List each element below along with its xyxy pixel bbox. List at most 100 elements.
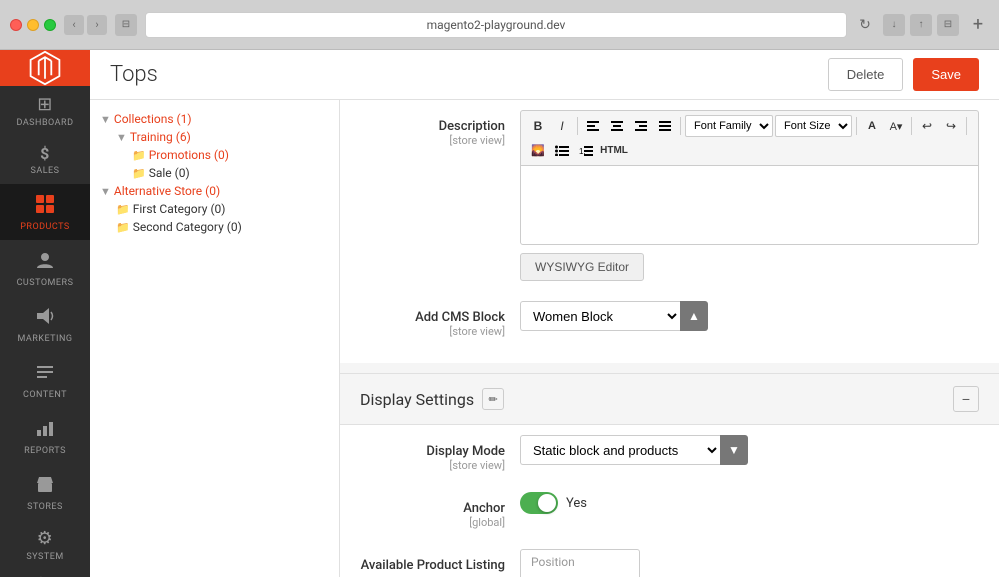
tree-children: ▼ Training (6) 📁 Promotions (0) 📁 Sale (… [100,128,329,182]
delete-button[interactable]: Delete [828,58,904,91]
display-mode-control: Static block and products ▼ [520,435,979,465]
italic-button[interactable]: I [551,115,573,137]
tree-item-collections[interactable]: ▼ Collections (1) [100,110,329,128]
toolbar-separator [577,117,578,135]
close-button[interactable] [10,19,22,31]
share-icon[interactable]: ↑ [910,14,932,36]
back-button[interactable]: ‹ [64,15,84,35]
stores-icon [35,474,55,498]
display-mode-select-wrap: Static block and products ▼ [520,435,979,465]
product-listing-dropdown: Position Product Name Price Sleeve Lengt… [520,549,640,577]
sales-icon: $ [40,146,50,162]
dashboard-icon: ⊞ [37,96,53,114]
align-left-button[interactable] [582,115,604,137]
reload-button[interactable]: ↻ [855,15,875,35]
sidebar-item-marketing[interactable]: Marketing [0,296,90,352]
content-area: Tops Delete Save ▼ Collections (1) ▼ Tra… [90,50,999,577]
tree-item-training[interactable]: ▼ Training (6) [116,128,329,146]
sidebar-item-dashboard[interactable]: ⊞ Dashboard [0,86,90,136]
marketing-icon [35,306,55,330]
html-button[interactable]: HTML [599,139,629,161]
tree-item-promotions[interactable]: 📁 Promotions (0) [132,146,329,164]
browser-chrome: ‹ › ⊟ magento2-playground.dev ↻ ↓ ↑ ⊟ + [0,0,999,50]
edit-section-button[interactable]: ✏ [482,388,504,410]
display-mode-dropdown-button[interactable]: ▼ [720,435,748,465]
font-family-select[interactable]: Font Family [685,115,773,137]
sidebar-item-stores[interactable]: Stores [0,464,90,520]
display-mode-select[interactable]: Static block and products [520,435,720,465]
product-listing-row: Available Product Listing Sort By * [sto… [360,539,979,577]
tree-item-sale[interactable]: 📁 Sale (0) [132,164,329,182]
option-position[interactable]: Position [521,550,639,574]
download-icon[interactable]: ↓ [883,14,905,36]
display-settings-header: Display Settings ✏ − [340,373,999,425]
tree-item-alternative[interactable]: ▼ Alternative Store (0) [100,182,329,200]
toolbar-separator-3 [856,117,857,135]
anchor-toggle-wrap: Yes [520,492,979,514]
fullscreen-button[interactable] [44,19,56,31]
page-title: Tops [110,62,158,87]
product-listing-label: Available Product Listing Sort By * [sto… [360,549,520,577]
redo-button[interactable]: ↪ [940,115,962,137]
address-bar[interactable]: magento2-playground.dev [145,12,847,38]
sidebar-item-customers[interactable]: Customers [0,240,90,296]
system-icon: ⚙ [37,530,54,548]
display-settings-content: Display Mode [store view] Static block a… [340,425,999,577]
cms-block-label: Add CMS Block [store view] [360,301,520,338]
collapse-section-button[interactable]: − [953,386,979,412]
description-editor-area[interactable] [520,165,979,245]
tab-icon: ⊟ [115,14,137,36]
new-tab-button[interactable]: + [967,14,989,36]
anchor-label: Anchor [global] [360,492,520,529]
minimize-button[interactable] [27,19,39,31]
sidebar-item-reports[interactable]: Reports [0,408,90,464]
sidebar-logo [0,50,90,86]
customers-icon [35,250,55,274]
left-panel: ▼ Collections (1) ▼ Training (6) 📁 Promo… [90,100,340,577]
sidebar-toggle-icon[interactable]: ⊟ [937,14,959,36]
cms-block-select-wrap: Women Block ▲ [520,301,979,331]
sidebar-item-content[interactable]: Content [0,352,90,408]
highlight-button[interactable]: A▾ [885,115,907,137]
magento-logo-icon [27,50,63,86]
forward-button[interactable]: › [87,15,107,35]
display-mode-label: Display Mode [store view] [360,435,520,472]
sidebar-item-system[interactable]: ⚙ System [0,520,90,570]
traffic-lights [10,19,56,31]
align-center-button[interactable] [606,115,628,137]
text-color-button[interactable]: A [861,115,883,137]
product-listing-control: Position Product Name Price Sleeve Lengt… [520,549,979,577]
undo-button[interactable]: ↩ [916,115,938,137]
save-button[interactable]: Save [913,58,979,91]
toggle-knob [538,494,556,512]
font-size-select[interactable]: Font Size [775,115,852,137]
app: ⊞ Dashboard $ Sales Products [0,50,999,577]
sidebar-item-partners[interactable]: 🔌 Find Partners & Extensions [0,570,90,577]
top-bar: Tops Delete Save [90,50,999,100]
content-icon [35,362,55,386]
tree-collapse-icon: ▼ [100,113,111,126]
anchor-row: Anchor [global] Yes [360,482,979,539]
anchor-control: Yes [520,492,979,514]
list-ul-button[interactable] [551,139,573,161]
cms-block-dropdown-button[interactable]: ▲ [680,301,708,331]
bold-button[interactable]: B [527,115,549,137]
sidebar-item-products[interactable]: Products [0,184,90,240]
image-button[interactable]: 🌄 [527,139,549,161]
anchor-toggle[interactable] [520,492,558,514]
display-mode-row: Display Mode [store view] Static block a… [360,425,979,482]
list-ol-button[interactable]: 1. [575,139,597,161]
description-row: Description [store view] B I [360,100,979,291]
right-panel: Description [store view] B I [340,100,999,577]
anchor-value-label: Yes [566,496,587,511]
tree-item-first-category[interactable]: 📁 First Category (0) [116,200,329,218]
cms-block-control: Women Block ▲ [520,301,979,331]
align-right-button[interactable] [630,115,652,137]
cms-block-row: Add CMS Block [store view] Women Block ▲ [360,291,979,348]
sidebar-item-sales[interactable]: $ Sales [0,136,90,184]
wysiwyg-editor-button[interactable]: WYSIWYG Editor [520,253,644,281]
browser-actions: ↓ ↑ ⊟ [883,14,959,36]
justify-button[interactable] [654,115,676,137]
cms-block-select[interactable]: Women Block [520,301,680,331]
tree-item-second-category[interactable]: 📁 Second Category (0) [116,218,329,236]
